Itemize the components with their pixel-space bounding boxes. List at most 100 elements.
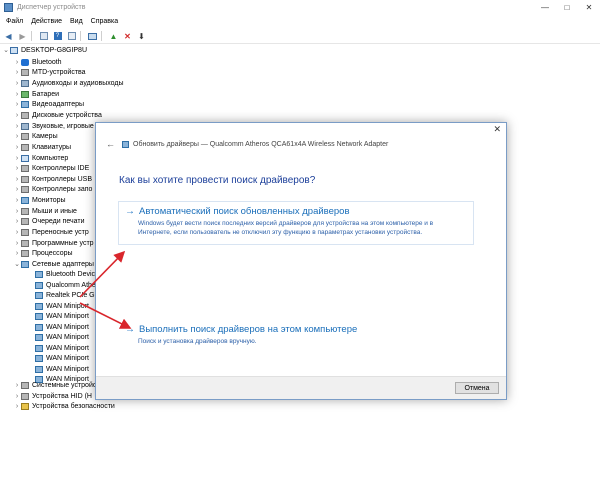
manual-search-option[interactable]: → Выполнить поиск драйверов на этом компь… — [118, 319, 474, 347]
chevron-down-icon[interactable]: ⌄ — [2, 46, 10, 54]
tree-subitem[interactable]: WAN Miniport — [35, 332, 89, 342]
tree-item[interactable]: › Bluetooth — [13, 57, 62, 67]
dialog-close-button[interactable]: ✕ — [493, 124, 501, 135]
network-adapter-icon — [21, 260, 29, 268]
chevron-right-icon[interactable]: › — [13, 240, 21, 247]
chevron-right-icon[interactable]: › — [13, 69, 21, 76]
tree-subitem[interactable]: WAN Miniport — [35, 322, 89, 332]
tree-subitem[interactable]: Bluetooth Devic — [35, 269, 95, 279]
tree-subitem[interactable]: WAN Miniport — [35, 301, 89, 311]
tree-subitem-label: WAN Miniport — [46, 333, 89, 341]
tree-item[interactable]: › Устройства HID (H — [13, 391, 92, 401]
cancel-button[interactable]: Отмена — [455, 382, 499, 394]
tree-subitem[interactable]: WAN Miniport — [35, 311, 89, 321]
tree-item[interactable]: › Мыши и иные — [13, 206, 77, 216]
back-arrow-icon[interactable]: ← — [106, 139, 115, 149]
chevron-right-icon[interactable]: › — [13, 144, 21, 151]
tree-subitem[interactable]: Qualcomm Athe — [35, 280, 96, 290]
chevron-right-icon[interactable]: › — [13, 59, 21, 66]
tree-subitem-label: WAN Miniport — [46, 365, 89, 373]
chevron-right-icon[interactable]: › — [13, 218, 21, 225]
processor-icon — [21, 249, 29, 257]
tree-item[interactable]: › Дисковые устройства — [13, 110, 102, 120]
tree-subitem-label: WAN Miniport — [46, 344, 89, 352]
tree-item[interactable]: › Камеры — [13, 131, 58, 141]
minimize-button[interactable]: — — [534, 0, 556, 14]
tree-item[interactable]: › MTD-устройства — [13, 67, 86, 77]
chevron-right-icon[interactable]: › — [13, 133, 21, 140]
tree-item[interactable]: › Процессоры — [13, 248, 73, 258]
chevron-right-icon[interactable]: › — [13, 393, 21, 400]
maximize-button[interactable]: □ — [556, 0, 578, 14]
tree-item[interactable]: › Мониторы — [13, 195, 66, 205]
uninstall-icon[interactable]: ✕ — [122, 31, 133, 41]
tree-item[interactable]: › Контроллеры USB — [13, 174, 92, 184]
tree-item-network-adapters[interactable]: ⌄ Сетевые адаптеры — [13, 259, 94, 269]
chevron-right-icon[interactable]: › — [13, 165, 21, 172]
camera-icon — [21, 132, 29, 140]
chevron-right-icon[interactable]: › — [13, 186, 21, 193]
chevron-right-icon[interactable]: › — [13, 250, 21, 257]
chevron-right-icon[interactable]: › — [13, 197, 21, 204]
menu-view[interactable]: Вид — [70, 18, 83, 25]
menu-help[interactable]: Справка — [91, 18, 118, 25]
chevron-right-icon[interactable]: › — [13, 123, 21, 130]
help-icon[interactable]: ? — [52, 31, 63, 41]
chevron-right-icon[interactable]: › — [13, 80, 21, 87]
tree-item[interactable]: › Батареи — [13, 89, 59, 99]
chevron-right-icon[interactable]: › — [13, 229, 21, 236]
chevron-right-icon[interactable]: › — [13, 155, 21, 162]
tree-item[interactable]: › Устройства безопасности — [13, 401, 115, 411]
tree-item-label: Контроллеры USB — [32, 175, 92, 183]
tree-item[interactable]: › Программные устр — [13, 238, 94, 248]
enable-icon[interactable]: ▲ — [108, 31, 119, 41]
toolbar-separator — [101, 31, 102, 41]
tree-subitem-label: Bluetooth Devic — [46, 270, 96, 278]
auto-search-option[interactable]: → Автоматический поиск обновленных драйве… — [118, 201, 474, 245]
forward-icon[interactable]: ▶ — [17, 31, 28, 41]
tree-subitem[interactable]: Realtek PCIe GB — [35, 290, 99, 300]
tree-item-label: Сетевые адаптеры — [32, 260, 94, 268]
window-title-bar: Диспетчер устройств — □ ✕ — [0, 0, 600, 14]
tree-item[interactable]: › Очереди печати — [13, 216, 85, 226]
chevron-right-icon[interactable]: › — [13, 382, 21, 389]
device-manager-icon — [4, 2, 13, 12]
monitor-icon — [21, 196, 29, 204]
close-button[interactable]: ✕ — [578, 0, 600, 14]
chevron-right-icon[interactable]: › — [13, 101, 21, 108]
tree-item[interactable]: › Системные устройства — [13, 380, 107, 390]
update-driver-icon[interactable] — [66, 31, 77, 41]
tree-item-label: Компьютер — [32, 154, 69, 162]
sound-icon — [21, 122, 29, 130]
tree-item[interactable]: › Видеоадаптеры — [13, 99, 84, 109]
chevron-down-icon[interactable]: ⌄ — [13, 260, 21, 268]
dialog-footer: Отмена — [96, 376, 506, 399]
menu-file[interactable]: Файл — [6, 18, 23, 25]
tree-item[interactable]: › Контроллеры IDE — [13, 163, 89, 173]
tree-item[interactable]: › Компьютер — [13, 153, 68, 163]
download-icon[interactable]: ⬇ — [136, 31, 147, 41]
chevron-right-icon[interactable]: › — [13, 403, 21, 410]
back-icon[interactable]: ◀ — [3, 31, 14, 41]
tree-subitem[interactable]: WAN Miniport — [35, 343, 89, 353]
tree-subitem[interactable]: WAN Miniport — [35, 353, 89, 363]
scan-icon[interactable] — [87, 31, 98, 41]
tree-root[interactable]: ⌄ DESKTOP-G8GIP8U — [2, 45, 87, 55]
tree-item-label: Устройства HID (H — [32, 392, 92, 400]
network-adapter-icon — [35, 344, 43, 352]
chevron-right-icon[interactable]: › — [13, 112, 21, 119]
tree-subitem[interactable]: WAN Miniport — [35, 364, 89, 374]
tree-item[interactable]: › Клавиатуры — [13, 142, 71, 152]
chevron-right-icon[interactable]: › — [13, 91, 21, 98]
tree-item[interactable]: › Контроллеры запо — [13, 184, 92, 194]
auto-search-description: Windows будет вести поиск последних верс… — [138, 220, 434, 236]
tree-item[interactable]: › Звуковые, игровые и — [13, 121, 100, 131]
chevron-right-icon[interactable]: › — [13, 176, 21, 183]
chevron-right-icon[interactable]: › — [13, 208, 21, 215]
computer-icon — [10, 46, 18, 54]
menu-action[interactable]: Действие — [31, 18, 62, 25]
properties-icon[interactable] — [38, 31, 49, 41]
storage-controller-icon — [21, 185, 29, 193]
tree-item[interactable]: › Аудиовходы и аудиовыходы — [13, 78, 124, 88]
tree-item[interactable]: › Переносные устр — [13, 227, 89, 237]
